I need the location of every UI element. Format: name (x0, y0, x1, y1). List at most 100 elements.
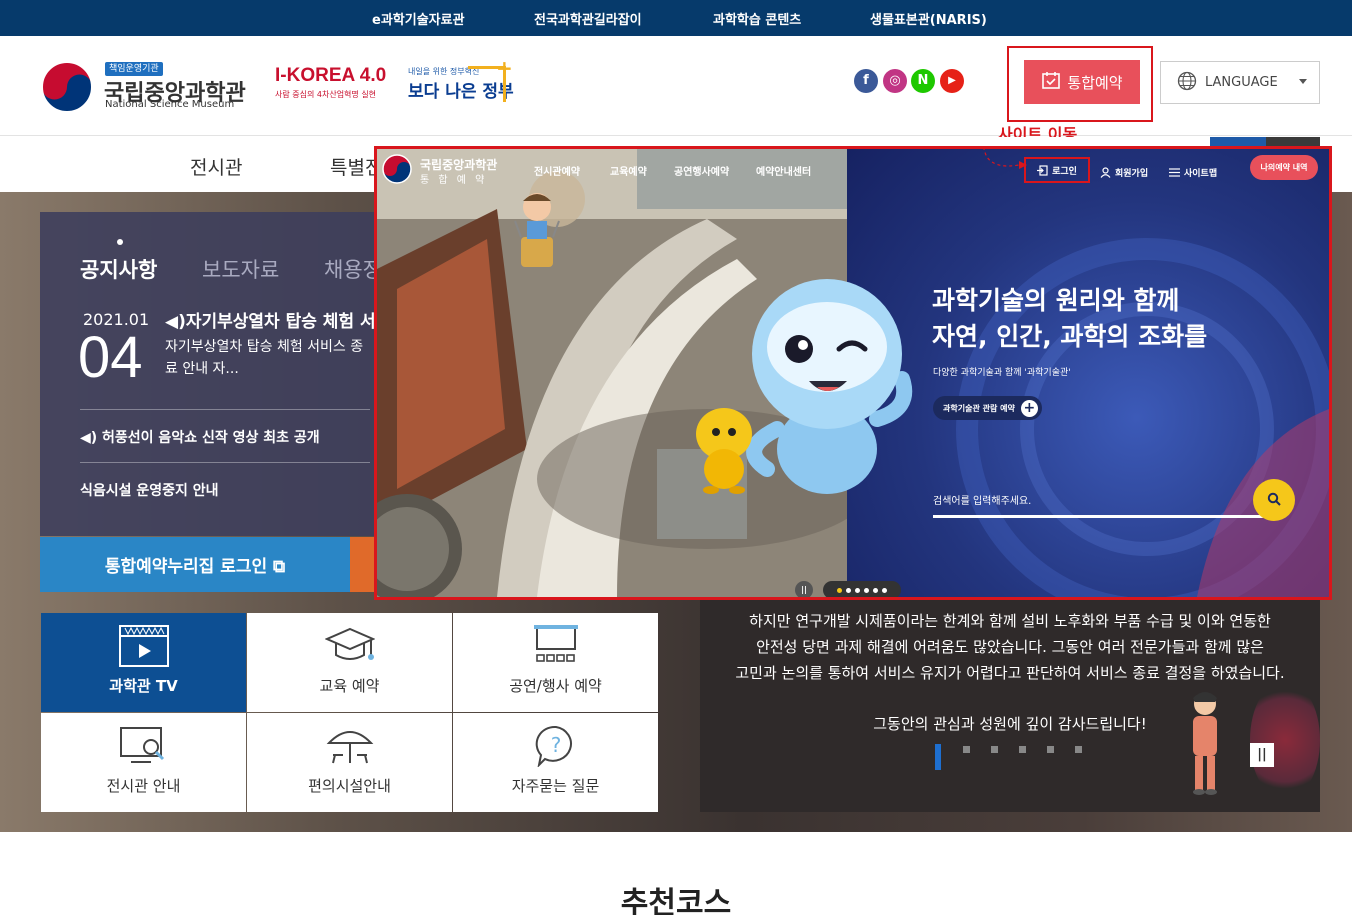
notice-list-item[interactable]: ◀) 허풍선이 음악쇼 신작 영상 최초 공개 (80, 427, 320, 447)
popup-exhibit-reserve-pill[interactable]: 과학기술관 관람 예약 + (933, 396, 1042, 420)
notice-list-item[interactable]: 식음시설 운영중지 안내 (80, 480, 219, 500)
notice-panel: 공지사항 보도자료 채용정 2021.01 04 ◀)자기부상열차 탑승 체험 … (40, 212, 382, 536)
slide-indicator[interactable] (1047, 746, 1054, 753)
reservation-site-popup: 국립중앙과학관 통 합 예 약 전시관예약 교육예약 공연행사예약 예약안내센터… (374, 146, 1332, 600)
tab-press[interactable]: 보도자료 (202, 254, 279, 284)
quick-education[interactable]: 교육 예약 (247, 613, 452, 712)
popup-my-reservation-button[interactable]: 나의예약 내역 (1250, 155, 1318, 180)
popup-menu-performance[interactable]: 공연행사예약 (674, 163, 729, 178)
login-icon (1037, 161, 1048, 180)
naver-icon[interactable]: N (911, 69, 935, 93)
quick-faq-label: 자주묻는 질문 (511, 777, 600, 795)
popup-menu-center[interactable]: 예약안내센터 (756, 163, 811, 178)
slide-indicator-active[interactable] (935, 744, 941, 770)
slide-dot[interactable] (846, 587, 851, 593)
quick-performance-label: 공연/행사 예약 (509, 677, 602, 695)
popup-login-button[interactable]: 로그인 (1024, 157, 1090, 183)
quick-tv-label: 과학관 TV (109, 677, 178, 695)
popup-subline: 다양한 과학기술과 함께 '과학기술관' (933, 368, 1071, 378)
character-illustration-icon (1185, 688, 1225, 798)
facebook-icon[interactable]: f (854, 69, 878, 93)
popup-taegeuk-icon[interactable] (382, 154, 412, 184)
reserve-button-label: 통합예약 (1067, 73, 1123, 92)
plus-circle-icon: + (1020, 399, 1038, 417)
quick-education-label: 교육 예약 (319, 677, 380, 695)
topbar-link-e-science[interactable]: e과학기술자료관 (372, 9, 465, 28)
popup-slide-pause-icon[interactable]: || (795, 581, 813, 597)
quick-exhibit-guide[interactable]: 전시관 안내 (41, 713, 246, 812)
section-title: 추천코스 (620, 886, 732, 915)
notice-line: 고민과 논의를 통하여 서비스 유지가 어렵다고 판단하여 서비스 종료 결정을… (735, 664, 1285, 682)
parasol-icon (325, 725, 375, 771)
popup-search-placeholder[interactable]: 검색어를 입력해주세요. (933, 492, 1031, 507)
notice-top-title[interactable]: ◀)자기부상열차 탑승 체험 서 (165, 307, 375, 332)
quick-faq[interactable]: ? 자주묻는 질문 (453, 713, 658, 812)
topbar-link-science-guide[interactable]: 전국과학관길라잡이 (534, 9, 642, 28)
notice-line: 하지만 연구개발 시제품이라는 한계와 함께 설비 노후화와 부품 수급 및 이… (749, 612, 1271, 630)
svg-text:?: ? (551, 733, 562, 757)
slide-indicator[interactable] (1075, 746, 1082, 753)
popup-search-underline (933, 515, 1263, 518)
reserve-button[interactable]: 통합예약 (1024, 60, 1140, 104)
popup-menu-exhibit[interactable]: 전시관예약 (534, 163, 580, 178)
popup-signup-label: 회원가입 (1115, 169, 1149, 179)
service-end-notice: 하지만 연구개발 시제품이라는 한계와 함께 설비 노후화와 부품 수급 및 이… (700, 600, 1320, 812)
popup-search-button[interactable] (1253, 479, 1295, 521)
mascot-character-icon (737, 269, 917, 499)
active-tab-dot (117, 239, 123, 245)
popup-menu-education[interactable]: 교육예약 (610, 163, 647, 178)
youtube-icon[interactable]: ▶ (940, 69, 964, 93)
quick-performance[interactable]: 공연/행사 예약 (453, 613, 658, 712)
tab-notice[interactable]: 공지사항 (80, 254, 157, 284)
instagram-icon[interactable]: ◎ (883, 69, 907, 93)
site-header: 책임운영기관 국립중앙과학관 National Science Museum I… (0, 36, 1352, 144)
video-icon (119, 625, 169, 671)
balloon-kid-icon (507, 187, 567, 277)
logo-english: National Science Museum (105, 99, 235, 110)
popup-signup-link[interactable]: 회원가입 (1100, 163, 1148, 182)
globe-icon (1177, 71, 1197, 95)
taegeuk-logo-icon[interactable] (40, 60, 95, 115)
notice-date-day: 04 (78, 325, 143, 390)
stage-icon (531, 625, 581, 671)
slider-pause-button[interactable]: || (1250, 743, 1274, 767)
slide-indicator[interactable] (963, 746, 970, 753)
notice-top-desc: 자기부상열차 탑승 체험 서비스 종료 안내 자... (165, 339, 364, 377)
slide-dot-active[interactable] (837, 587, 842, 593)
slide-dot[interactable] (882, 587, 887, 593)
popup-logo-sub: 통 합 예 약 (420, 175, 488, 186)
slide-dot[interactable] (873, 587, 878, 593)
ikorea-logo: I-KOREA 4.0 (275, 65, 387, 86)
language-select[interactable]: LANGUAGE (1160, 61, 1320, 104)
question-bubble-icon: ? (531, 725, 581, 771)
search-icon (1267, 491, 1281, 510)
slide-dot[interactable] (855, 587, 860, 593)
notice-thanks: 그동안의 관심과 성원에 깊이 감사드립니다! (873, 715, 1147, 733)
graduation-cap-icon (324, 625, 376, 671)
notice-paragraph: 하지만 연구개발 시제품이라는 한계와 함께 설비 노후화와 부품 수급 및 이… (700, 608, 1320, 686)
yellow-mascot-icon (689, 404, 759, 494)
nav-item-exhibition[interactable]: 전시관 (190, 153, 242, 180)
topbar-link-naris[interactable]: 생물표본관(NARIS) (870, 9, 987, 28)
gov-plus-icon: + (496, 56, 513, 80)
reservation-login-button[interactable]: 통합예약누리집 로그인 ⧉ (40, 537, 350, 592)
quick-exhibit-guide-label: 전시관 안내 (106, 777, 181, 795)
topbar-link-learning-content[interactable]: 과학학습 콘텐츠 (713, 9, 801, 28)
slide-indicator[interactable] (991, 746, 998, 753)
nav-tab-blue (1210, 137, 1266, 146)
quick-facilities-label: 편의시설안내 (308, 777, 391, 795)
slide-dot[interactable] (864, 587, 869, 593)
popup-sitemap-link[interactable]: 사이트맵 (1169, 163, 1217, 182)
list-icon (1169, 163, 1180, 182)
language-label: LANGUAGE (1205, 75, 1278, 90)
quick-facilities[interactable]: 편의시설안내 (247, 713, 452, 812)
quick-tv[interactable]: 과학관 TV (41, 613, 246, 712)
divider (80, 462, 370, 463)
monitor-search-icon (119, 725, 169, 771)
nav-tab-dark (1266, 137, 1320, 146)
popup-slide-dots[interactable] (823, 581, 901, 597)
decor-circle (1250, 680, 1320, 800)
orange-button-edge[interactable] (350, 537, 375, 592)
slide-indicator[interactable] (1019, 746, 1026, 753)
logo-badge: 책임운영기관 (105, 62, 163, 76)
